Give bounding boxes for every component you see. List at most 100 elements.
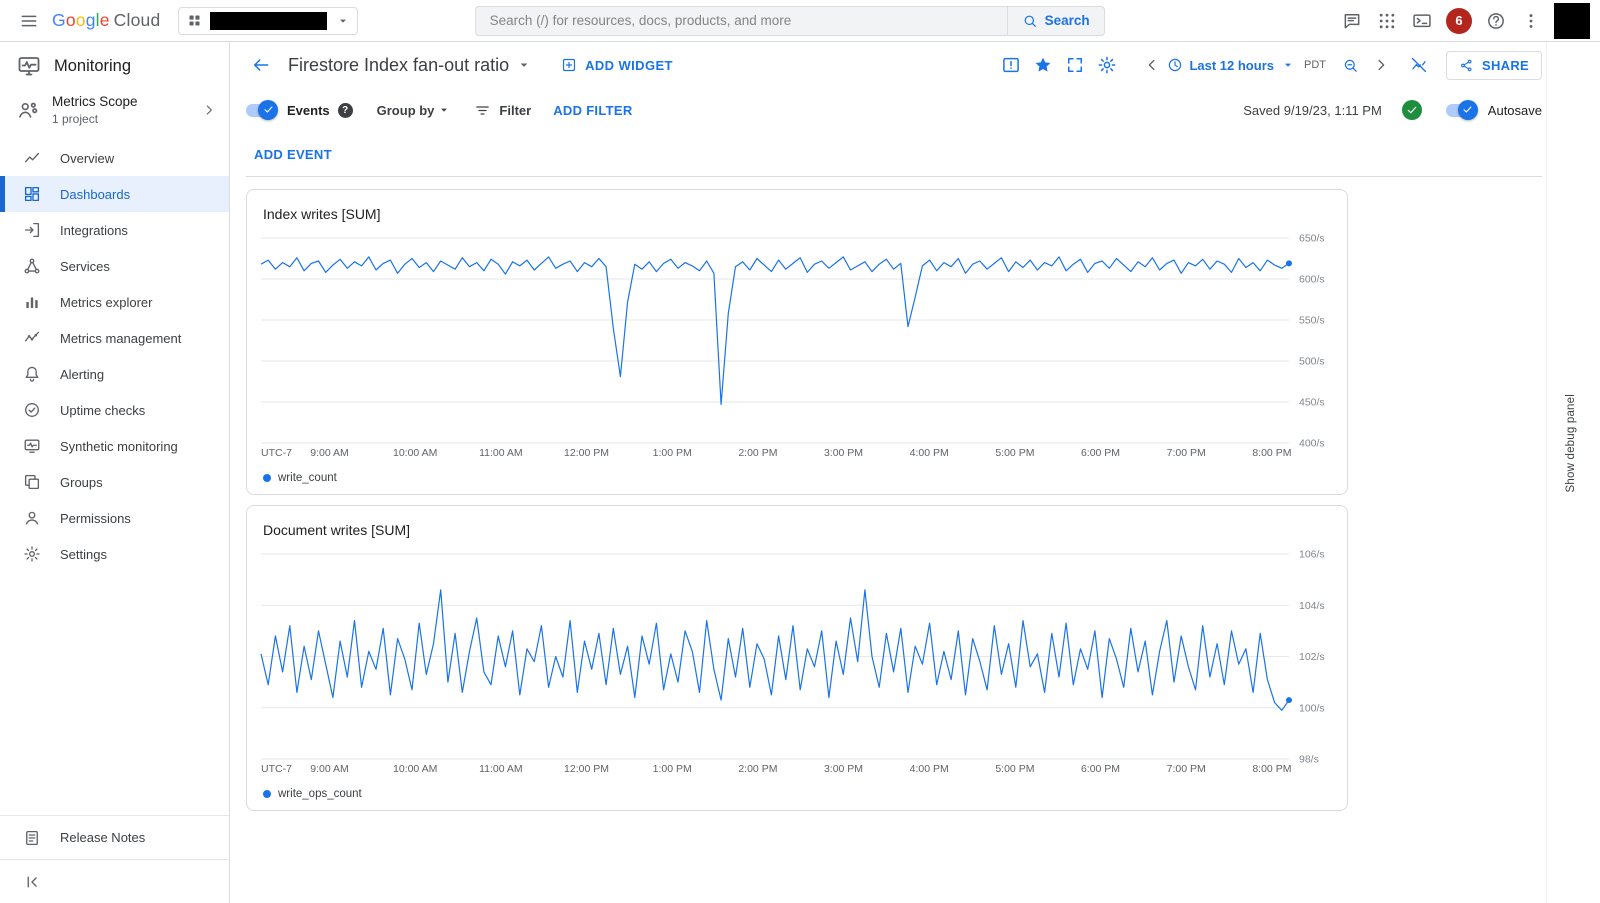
sidebar-item-metrics-explorer[interactable]: Metrics explorer	[0, 284, 229, 320]
x-axis-tick: 3:00 PM	[824, 763, 863, 775]
filter-button[interactable]: Filter	[474, 102, 531, 119]
sidebar-item-services[interactable]: Services	[0, 248, 229, 284]
x-axis-tick: 1:00 PM	[653, 447, 692, 459]
share-icon	[1459, 58, 1474, 73]
sidebar-item-settings[interactable]: Settings	[0, 536, 229, 572]
add-filter-button[interactable]: ADD FILTER	[553, 103, 632, 118]
chart-card-document-writes: Document writes [SUM] 106/s104/s102/s100…	[246, 505, 1348, 811]
chart-card-index-writes: Index writes [SUM] 650/s600/s550/s500/s4…	[246, 189, 1348, 495]
filter-list-icon	[474, 102, 491, 119]
feedback-icon[interactable]	[1337, 6, 1367, 36]
project-selector[interactable]	[178, 7, 358, 35]
chevron-left-icon[interactable]	[1137, 50, 1167, 80]
events-help-icon[interactable]: ?	[338, 103, 353, 118]
chart-plot-area[interactable]: 650/s600/s550/s500/s450/s400/s	[261, 238, 1335, 443]
plus-box-icon	[561, 57, 577, 73]
add-event-button[interactable]: ADD EVENT	[254, 147, 332, 162]
sidebar-item-permissions[interactable]: Permissions	[0, 500, 229, 536]
share-label: SHARE	[1482, 58, 1529, 73]
help-icon[interactable]	[1481, 6, 1511, 36]
dashboards-icon	[23, 185, 41, 203]
settings-gear-icon[interactable]	[1093, 51, 1121, 79]
hide-charts-icon[interactable]	[1404, 50, 1434, 80]
sidebar-item-uptime-checks[interactable]: Uptime checks	[0, 392, 229, 428]
sidebar-item-synthetic-monitoring[interactable]: Synthetic monitoring	[0, 428, 229, 464]
main-content: Firestore Index fan-out ratio ADD WIDGET…	[230, 42, 1600, 903]
product-header: Monitoring	[0, 42, 229, 90]
sidebar-item-release-notes[interactable]: Release Notes	[0, 815, 229, 859]
chart-legend: write_count	[261, 472, 1335, 484]
redacted-avatar[interactable]	[1554, 3, 1590, 39]
time-range-selector[interactable]: Last 12 hours	[1167, 57, 1296, 73]
legend-label: write_count	[278, 472, 337, 484]
metrics-scope-icon	[17, 99, 39, 121]
sidebar-item-alerting[interactable]: Alerting	[0, 356, 229, 392]
sidebar-item-label: Dashboards	[60, 187, 130, 202]
sidebar-item-dashboards[interactable]: Dashboards	[0, 176, 229, 212]
sidebar-item-groups[interactable]: Groups	[0, 464, 229, 500]
legend-marker	[263, 474, 271, 482]
dashboard-actions	[997, 51, 1121, 79]
toggle-check-icon	[1458, 100, 1478, 120]
zoom-out-icon[interactable]	[1336, 50, 1366, 80]
chevron-right-icon[interactable]	[1366, 50, 1396, 80]
cloud-shell-icon[interactable]	[1407, 6, 1437, 36]
sidebar-item-metrics-management[interactable]: Metrics management	[0, 320, 229, 356]
project-grid-icon	[187, 13, 202, 28]
x-axis-timezone: UTC-7	[261, 763, 292, 775]
monitoring-logo-icon	[17, 54, 41, 78]
back-arrow-icon[interactable]	[246, 50, 276, 80]
x-axis-tick: 5:00 PM	[995, 447, 1034, 459]
product-name: Monitoring	[54, 57, 131, 76]
show-debug-panel-button[interactable]: Show debug panel	[1565, 394, 1577, 492]
metrics-scope-selector[interactable]: Metrics Scope 1 project	[0, 90, 229, 140]
sidebar-item-overview[interactable]: Overview	[0, 140, 229, 176]
dashboard-header: Firestore Index fan-out ratio ADD WIDGET…	[230, 42, 1600, 88]
svg-text:600/s: 600/s	[1299, 274, 1325, 286]
x-axis-tick: 7:00 PM	[1167, 447, 1206, 459]
time-range-controls: Last 12 hours PDT	[1137, 50, 1434, 80]
add-widget-button[interactable]: ADD WIDGET	[561, 57, 673, 73]
search-button[interactable]: Search	[1007, 6, 1105, 36]
search-input[interactable]	[475, 6, 1007, 36]
notifications-badge[interactable]: 6	[1446, 8, 1472, 34]
brand-secondary: Cloud	[114, 10, 161, 31]
filter-bar: Events ? Group by Filter ADD FILTER Save…	[230, 88, 1600, 132]
integrations-icon	[23, 221, 41, 239]
hamburger-menu-icon[interactable]	[14, 6, 44, 36]
sidebar-item-label: Permissions	[60, 511, 131, 526]
collapse-sidebar-button[interactable]	[0, 859, 229, 903]
topbar-actions: 6	[1337, 6, 1546, 36]
legend-marker	[263, 790, 271, 798]
group-by-label: Group by	[377, 103, 435, 118]
star-icon[interactable]	[1029, 51, 1057, 79]
event-row: ADD EVENT	[230, 132, 1600, 176]
issues-panel-icon[interactable]	[997, 51, 1025, 79]
autosave-toggle[interactable]	[1446, 104, 1476, 117]
search-icon	[1022, 13, 1038, 29]
saved-status: Saved 9/19/23, 1:11 PM	[1243, 103, 1382, 118]
apps-grid-icon[interactable]	[1372, 6, 1402, 36]
title-dropdown-caret-icon[interactable]	[515, 56, 533, 74]
more-vertical-icon[interactable]	[1516, 6, 1546, 36]
x-axis-tick: 9:00 AM	[310, 763, 349, 775]
chart-title: Document writes [SUM]	[263, 522, 1335, 538]
share-button[interactable]: SHARE	[1446, 51, 1542, 80]
sidebar-item-label: Integrations	[60, 223, 128, 238]
services-icon	[23, 257, 41, 275]
chart-plot-area[interactable]: 106/s104/s102/s100/s98/s	[261, 554, 1335, 759]
x-axis-tick: 7:00 PM	[1167, 763, 1206, 775]
metrics-management-icon	[23, 329, 41, 347]
x-axis-tick: 11:00 AM	[479, 763, 523, 775]
x-axis-tick: 12:00 PM	[564, 763, 609, 775]
x-axis-tick: 6:00 PM	[1081, 447, 1120, 459]
alerting-icon	[23, 365, 41, 383]
group-by-dropdown[interactable]: Group by	[377, 102, 453, 118]
fullscreen-icon[interactable]	[1061, 51, 1089, 79]
svg-text:104/s: 104/s	[1299, 600, 1325, 612]
sidebar-item-integrations[interactable]: Integrations	[0, 212, 229, 248]
x-axis-tick: 3:00 PM	[824, 447, 863, 459]
events-toggle[interactable]	[246, 104, 276, 117]
sidebar-item-label: Metrics management	[60, 331, 181, 346]
chevron-down-icon	[335, 13, 351, 29]
